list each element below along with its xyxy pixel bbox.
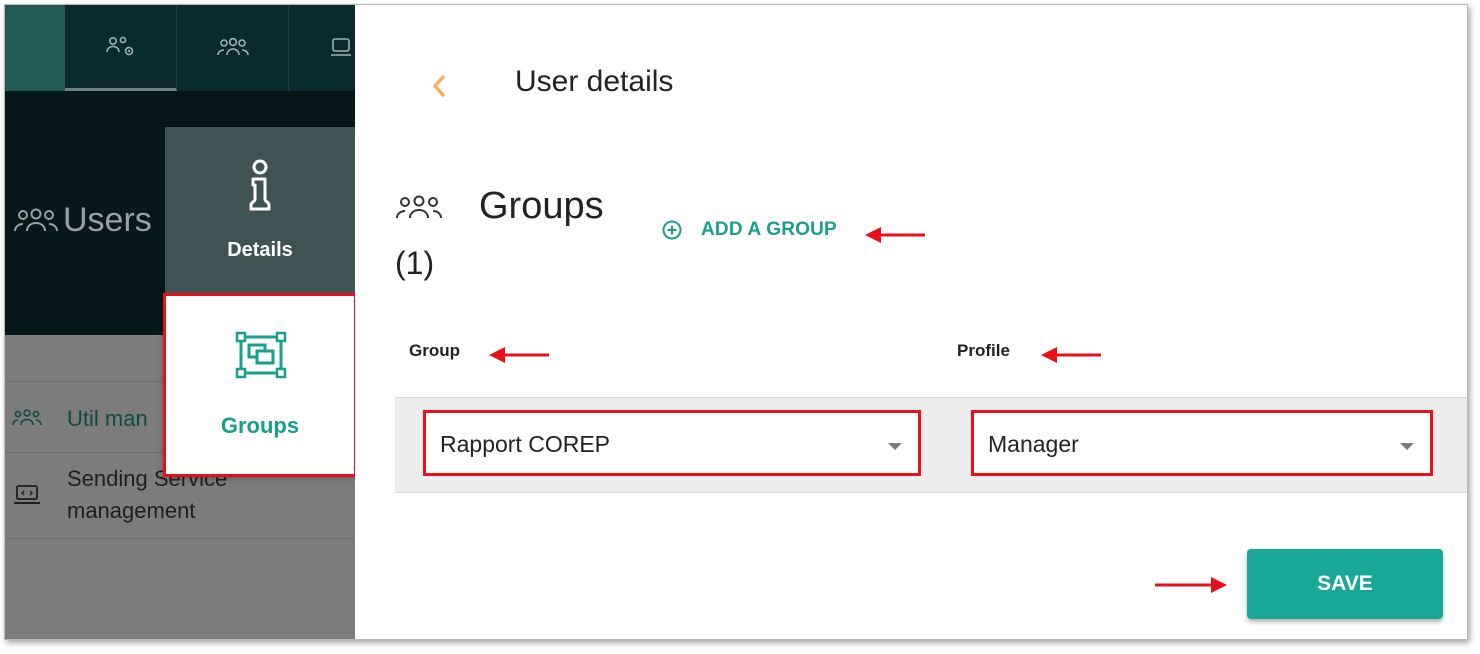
groups-icon (235, 331, 287, 379)
device-icon (331, 38, 351, 56)
laptop-icon (14, 485, 40, 504)
users-icon (216, 37, 249, 56)
screenshot-frame: Users Util man Sending Service managemen… (4, 4, 1468, 640)
annotation-arrow-right (1155, 577, 1227, 593)
profile-select[interactable]: Manager (971, 410, 1433, 476)
annotation-arrow-left (489, 347, 549, 363)
top-navigation (5, 5, 355, 91)
profile-column-header: Profile (957, 341, 1010, 360)
group-select-value: Rapport COREP (440, 431, 611, 457)
users-icon (396, 195, 442, 219)
annotation-arrow-left (865, 227, 925, 243)
save-button[interactable]: SAVE (1247, 549, 1443, 619)
users-icon (12, 409, 42, 426)
tab-user-settings[interactable] (65, 5, 177, 91)
chevron-left-icon[interactable] (427, 71, 451, 101)
tab-devices[interactable] (289, 5, 355, 91)
profile-select-value: Manager (988, 431, 1079, 457)
page-title: User details (515, 65, 674, 98)
group-select[interactable]: Rapport COREP (423, 410, 921, 476)
groups-title: Groups (479, 185, 604, 227)
users-title: Users (13, 201, 152, 240)
users-title-label: Users (63, 201, 152, 239)
users-icon (14, 208, 58, 231)
list-item-label: Util man (67, 406, 148, 431)
add-group-label: ADD A GROUP (701, 219, 837, 240)
info-icon (249, 159, 271, 211)
group-column-header: Group (409, 341, 460, 360)
chevron-down-icon (888, 443, 902, 450)
table-row: Rapport COREP Manager (395, 397, 1467, 493)
side-menu-groups[interactable]: Groups (163, 293, 355, 477)
side-menu-details[interactable]: Details (165, 127, 355, 295)
side-menu: Details Groups (163, 127, 355, 477)
side-menu-groups-label: Groups (220, 413, 300, 438)
users-gear-icon (105, 36, 133, 55)
background-app: Users Util man Sending Service managemen… (5, 5, 355, 639)
annotation-arrow-left (1041, 347, 1101, 363)
side-menu-details-label: Details (227, 239, 293, 261)
add-group-button[interactable]: ADD A GROUP (661, 219, 837, 241)
brand-block (5, 5, 65, 91)
user-details-panel: User details Groups (1) ADD A GROUP Grou… (355, 5, 1467, 639)
chevron-down-icon (1400, 443, 1414, 450)
tab-users[interactable] (177, 5, 289, 91)
plus-circle-icon (662, 220, 682, 240)
groups-count: (1) (395, 245, 435, 281)
